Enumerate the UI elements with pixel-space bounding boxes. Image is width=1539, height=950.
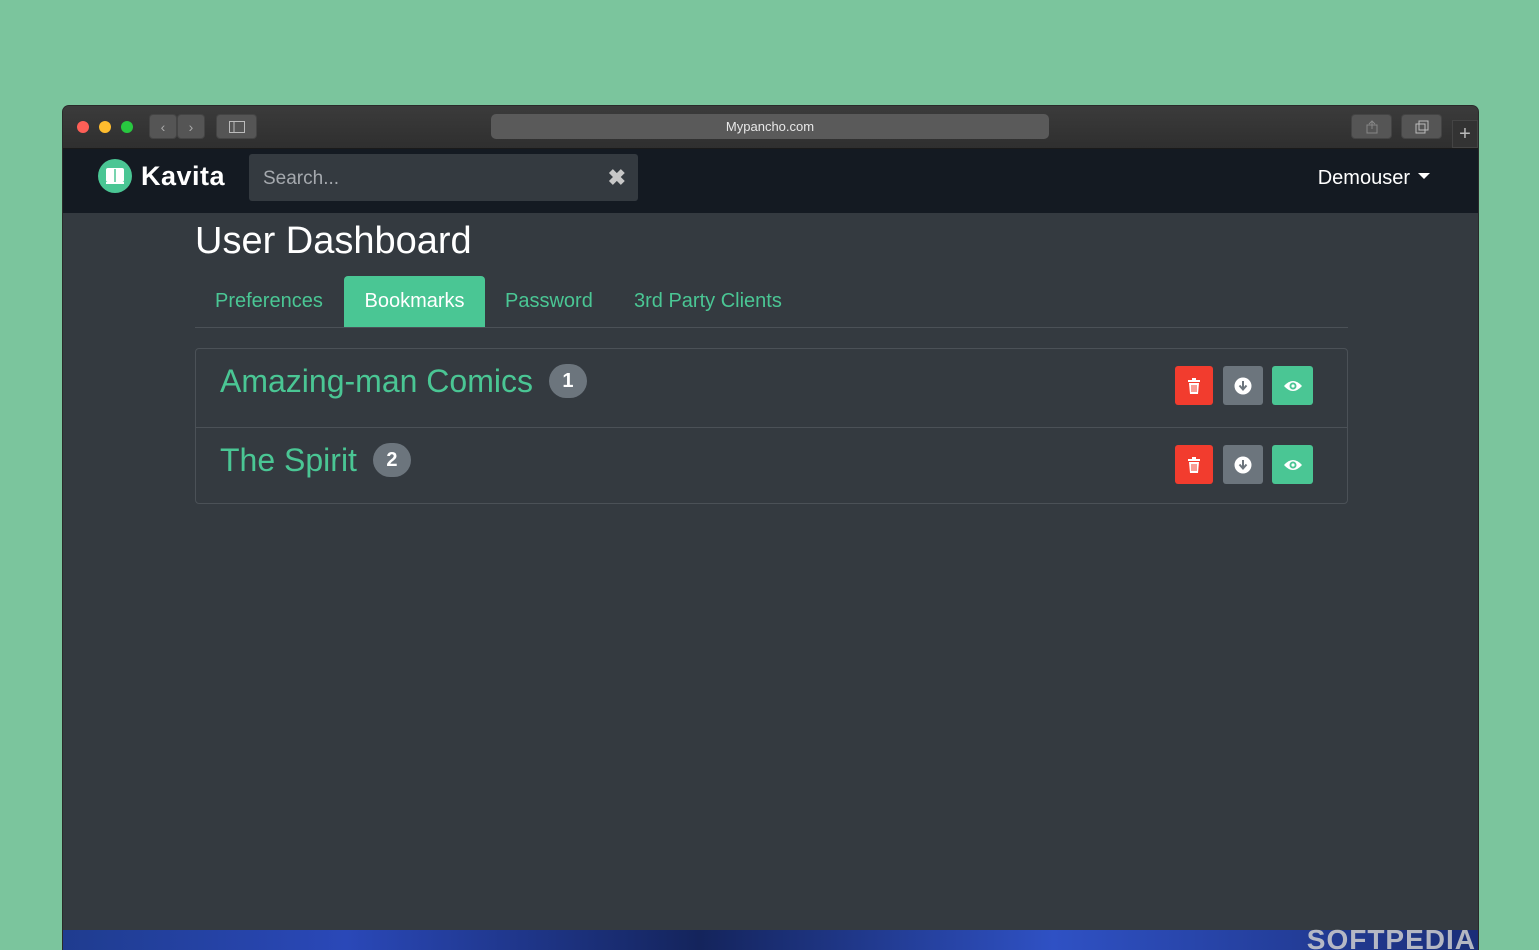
bookmark-count-badge: 1 — [548, 363, 587, 398]
bookmark-count-badge: 2 — [372, 442, 411, 477]
address-bar[interactable]: Mypancho.com — [491, 114, 1049, 139]
share-button[interactable] — [1351, 114, 1392, 139]
maximize-window-button[interactable] — [121, 121, 133, 133]
desktop-wallpaper-strip: SOFTPEDIA — [63, 924, 1478, 950]
tab-label: Preferences — [215, 290, 323, 312]
trash-icon — [1188, 456, 1200, 473]
forward-button[interactable]: › — [177, 114, 205, 139]
browser-window: ‹ › Mypancho.com + Kavita ✖ Demous — [63, 106, 1478, 950]
user-menu-dropdown[interactable]: Demouser — [1318, 167, 1430, 190]
chevron-left-icon: ‹ — [160, 118, 166, 135]
watermark: SOFTPEDIA — [1306, 924, 1476, 950]
download-bookmark-button[interactable] — [1223, 366, 1263, 405]
bookmark-series-link[interactable]: The Spirit 2 — [220, 442, 411, 480]
bookmarks-list: Amazing-man Comics 1 The Spirit 2 — [195, 348, 1348, 504]
dashboard-tabs: Preferences Bookmarks Password 3rd Party… — [195, 276, 1348, 328]
minimize-window-button[interactable] — [99, 121, 111, 133]
tabs-overview-button[interactable] — [1401, 114, 1442, 139]
url-text: Mypancho.com — [725, 119, 815, 134]
bookmark-series-link[interactable]: Amazing-man Comics 1 — [220, 363, 587, 401]
tab-preferences[interactable]: Preferences — [195, 276, 343, 327]
download-bookmark-button[interactable] — [1223, 445, 1263, 484]
brand-name[interactable]: Kavita — [141, 161, 225, 192]
tab-label: 3rd Party Clients — [634, 290, 782, 312]
kavita-logo-icon[interactable] — [98, 159, 132, 193]
user-menu-label: Demouser — [1317, 167, 1410, 189]
back-button[interactable]: ‹ — [149, 114, 177, 139]
series-title: Amazing-man Comics — [220, 363, 533, 399]
page-title: User Dashboard — [195, 220, 472, 262]
tab-bookmarks[interactable]: Bookmarks — [344, 276, 485, 327]
download-icon — [1234, 377, 1252, 394]
tabs-icon — [1415, 120, 1428, 133]
tab-3rd-party-clients[interactable]: 3rd Party Clients — [614, 276, 802, 327]
browser-titlebar: ‹ › Mypancho.com + — [63, 106, 1478, 149]
search-box: ✖ — [249, 154, 638, 203]
sidebar-toggle-button[interactable] — [216, 114, 257, 139]
caret-down-icon — [1418, 172, 1430, 179]
view-bookmark-button[interactable] — [1272, 366, 1313, 405]
tab-label: Password — [505, 290, 593, 312]
delete-bookmark-button[interactable] — [1175, 445, 1213, 484]
chevron-right-icon: › — [188, 118, 194, 135]
clear-search-icon[interactable]: ✖ — [608, 165, 626, 191]
view-bookmark-button[interactable] — [1272, 445, 1313, 484]
close-window-button[interactable] — [77, 121, 89, 133]
list-item: Amazing-man Comics 1 — [196, 349, 1347, 427]
trash-icon — [1188, 377, 1200, 394]
tab-password[interactable]: Password — [485, 276, 613, 327]
share-icon — [1366, 119, 1377, 133]
eye-icon — [1283, 380, 1302, 391]
tab-label: Bookmarks — [364, 290, 465, 312]
search-input[interactable] — [249, 154, 605, 203]
delete-bookmark-button[interactable] — [1175, 366, 1213, 405]
sidebar-icon — [228, 120, 245, 133]
download-icon — [1234, 456, 1252, 473]
app-navbar: Kavita ✖ Demouser — [63, 149, 1478, 213]
plus-icon: + — [1459, 122, 1471, 145]
eye-icon — [1283, 459, 1302, 470]
new-tab-button[interactable]: + — [1452, 120, 1478, 148]
list-item: The Spirit 2 — [196, 427, 1347, 506]
series-title: The Spirit — [220, 442, 357, 478]
